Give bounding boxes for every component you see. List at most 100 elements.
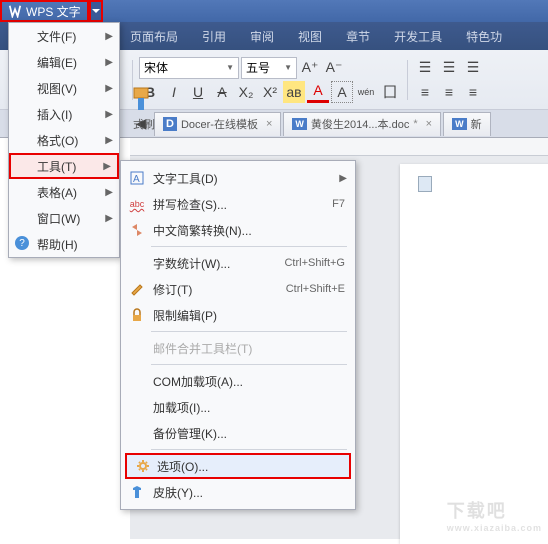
subscript-button[interactable]: X₂ (235, 81, 257, 103)
chevron-right-icon: ▶ (105, 57, 113, 68)
lock-icon (129, 307, 145, 323)
menu-item[interactable]: ?帮助(H) (9, 231, 119, 257)
font-size-select[interactable]: 五号▼ (241, 57, 297, 79)
submenu-item[interactable]: 皮肤(Y)... (121, 479, 355, 505)
menu-item[interactable]: 编辑(E) ▶ (9, 49, 119, 75)
pinyin-button[interactable]: wén (355, 81, 377, 103)
menu-item[interactable]: 文件(F) ▶ (9, 23, 119, 49)
superscript-button[interactable]: X² (259, 81, 281, 103)
separator (151, 449, 347, 450)
chevron-right-icon: ▶ (105, 213, 113, 224)
app-menu-dropdown[interactable] (89, 0, 103, 22)
svg-text:A: A (133, 174, 140, 185)
chevron-right-icon: ▶ (105, 83, 113, 94)
doc-tab-label: 黄俊生2014...本.doc (311, 116, 409, 132)
chevron-right-icon: ▶ (105, 31, 113, 42)
submenu-item-label: 皮肤(Y)... (153, 484, 203, 501)
numbering-button[interactable]: ☰ (438, 57, 460, 79)
chevron-right-icon: ▶ (103, 161, 111, 172)
align-left-button[interactable]: ≡ (414, 81, 436, 103)
submenu-item[interactable]: 中文简繁转换(N)... (121, 217, 355, 243)
doc-tab-label: 新 (471, 116, 482, 132)
separator (151, 246, 347, 247)
submenu-item[interactable]: 字数统计(W)...Ctrl+Shift+G (121, 250, 355, 276)
shortcut-label: Ctrl+Shift+E (286, 283, 345, 295)
menu-item-label: 插入(I) (37, 106, 72, 123)
chevron-down-icon (92, 9, 100, 14)
submenu-item-label: 中文简繁转换(N)... (153, 222, 252, 239)
doc-tab-new[interactable]: W 新 (443, 112, 491, 136)
doc-icon: W (292, 118, 307, 130)
menu-item[interactable]: 插入(I) ▶ (9, 101, 119, 127)
menu-item[interactable]: 格式(O)▶ (9, 127, 119, 153)
shortcut-label: F7 (332, 198, 345, 210)
menu-item-label: 文件(F) (37, 28, 76, 45)
menu-item-label: 表格(A) (37, 184, 77, 201)
submenu-item[interactable]: 备份管理(K)... (121, 420, 355, 446)
menu-item-label: 工具(T) (37, 158, 76, 175)
chevron-right-icon: ▶ (105, 135, 113, 146)
format-painter[interactable]: 式刷 (120, 50, 168, 138)
submenu-item[interactable]: 加载项(I)... (121, 394, 355, 420)
menu-item-label: 视图(V) (37, 80, 77, 97)
chevron-right-icon: ▶ (339, 173, 347, 184)
highlight-button[interactable]: aʙ (283, 81, 305, 103)
submenu-item-label: 拼写检查(S)... (153, 196, 227, 213)
menu-item-label: 窗口(W) (37, 210, 80, 227)
doc-tab-file[interactable]: W 黄俊生2014...本.doc * × (283, 112, 441, 136)
shrink-font[interactable]: A⁻ (323, 57, 345, 79)
shortcut-label: Ctrl+Shift+G (284, 257, 345, 269)
brush-icon (130, 86, 158, 114)
submenu-item[interactable]: A 文字工具(D) ▶ (121, 165, 355, 191)
text-tool-icon: A (129, 170, 145, 186)
menu-item[interactable]: 表格(A) ▶ (9, 179, 119, 205)
chevron-down-icon: ▼ (284, 63, 292, 72)
submenu-item-label: 文字工具(D) (153, 170, 218, 187)
gear-icon (135, 458, 151, 474)
underline-button[interactable]: U (187, 81, 209, 103)
separator (407, 60, 408, 100)
submenu-item: 邮件合并工具栏(T) (121, 335, 355, 361)
menu-item[interactable]: 视图(V) ▶ (9, 75, 119, 101)
format-painter-label: 式刷 (133, 116, 155, 132)
tab-references[interactable]: 引用 (202, 28, 226, 45)
bullets-button[interactable]: ☰ (414, 57, 436, 79)
tab-layout[interactable]: 页面布局 (130, 28, 178, 45)
tab-chapter[interactable]: 章节 (346, 28, 370, 45)
font-color-button[interactable]: A (307, 81, 329, 103)
menu-item[interactable]: 工具(T) ▶ (9, 153, 119, 179)
chevron-right-icon: ▶ (105, 109, 113, 120)
menu-item-label: 编辑(E) (37, 54, 77, 71)
grow-font[interactable]: A⁺ (299, 57, 321, 79)
align-right-button[interactable]: ≡ (462, 81, 484, 103)
chevron-down-icon: ▼ (226, 63, 234, 72)
skin-icon (129, 484, 145, 500)
doc-tab-docer[interactable]: D Docer-在线模板 × (154, 112, 281, 136)
tools-submenu: A文字工具(D)▶abc拼写检查(S)...F7中文简繁转换(N)...字数统计… (120, 160, 356, 510)
tab-view[interactable]: 视图 (298, 28, 322, 45)
submenu-item[interactable]: abc拼写检查(S)...F7 (121, 191, 355, 217)
submenu-item[interactable]: 选项(O)... (125, 453, 351, 479)
strike-button[interactable]: A (211, 81, 233, 103)
submenu-item[interactable]: COM加载项(A)... (121, 368, 355, 394)
submenu-item-label: 加载项(I)... (153, 399, 210, 416)
char-shading-button[interactable]: A (331, 81, 353, 103)
tab-devtools[interactable]: 开发工具 (394, 28, 442, 45)
multilevel-button[interactable]: ☰ (462, 57, 484, 79)
menu-item[interactable]: 窗口(W) ▶ (9, 205, 119, 231)
menu-item-label: 帮助(H) (37, 236, 78, 253)
submenu-item[interactable]: 修订(T)Ctrl+Shift+E (121, 276, 355, 302)
tab-features[interactable]: 特色功 (466, 28, 502, 45)
page-marker-icon (418, 176, 432, 192)
submenu-item[interactable]: 限制编辑(P) (121, 302, 355, 328)
chevron-right-icon: ▶ (105, 187, 113, 198)
close-icon[interactable]: × (266, 118, 272, 130)
char-border-button[interactable]: 囗 (379, 81, 401, 103)
main-menu: 文件(F)▶编辑(E)▶视图(V)▶插入(I)▶格式(O)▶工具(T)▶表格(A… (8, 22, 120, 258)
ruler[interactable] (130, 138, 548, 156)
submenu-item-label: COM加载项(A)... (153, 373, 243, 390)
page[interactable] (400, 164, 548, 544)
tab-review[interactable]: 审阅 (250, 28, 274, 45)
close-icon[interactable]: × (426, 118, 432, 130)
align-center-button[interactable]: ≡ (438, 81, 460, 103)
